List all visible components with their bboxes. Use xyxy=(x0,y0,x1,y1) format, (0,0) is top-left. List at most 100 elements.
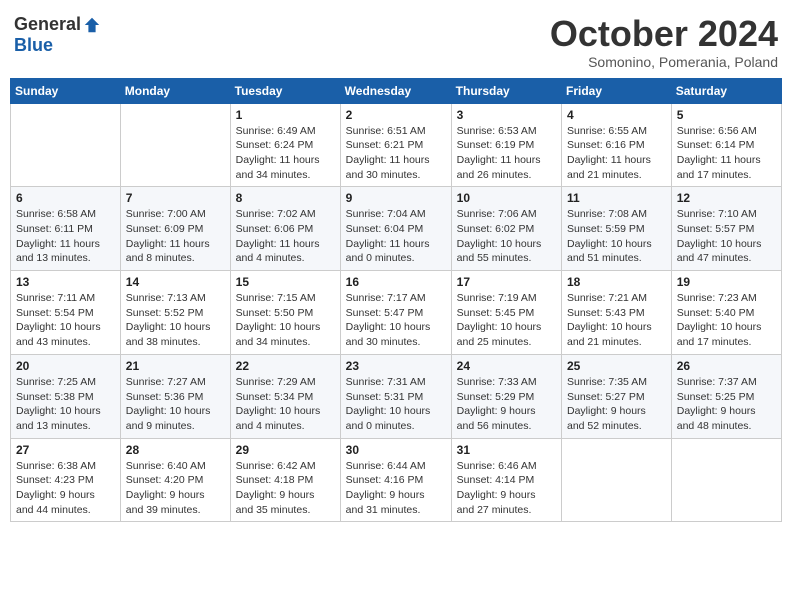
day-info: Sunrise: 7:11 AM Sunset: 5:54 PM Dayligh… xyxy=(16,291,115,350)
day-info: Sunrise: 7:23 AM Sunset: 5:40 PM Dayligh… xyxy=(677,291,776,350)
calendar-cell: 10Sunrise: 7:06 AM Sunset: 6:02 PM Dayli… xyxy=(451,187,561,271)
day-info: Sunrise: 6:53 AM Sunset: 6:19 PM Dayligh… xyxy=(457,124,556,183)
day-number: 30 xyxy=(346,443,446,457)
day-info: Sunrise: 7:00 AM Sunset: 6:09 PM Dayligh… xyxy=(126,207,225,266)
calendar-cell: 15 Sunrise: 7:15 AM Sunset: 5:50 PM Dayli… xyxy=(230,271,340,355)
day-number: 8 xyxy=(236,191,335,205)
day-info: Sunrise: 6:55 AM Sunset: 6:16 PM Dayligh… xyxy=(567,124,666,183)
day-info: Sunrise: 7:25 AM Sunset: 5:38 PM Dayligh… xyxy=(16,375,115,434)
calendar-header-wednesday: Wednesday xyxy=(340,78,451,103)
day-info: Sunrise: 7:31 AM Sunset: 5:31 PM Dayligh… xyxy=(346,375,446,434)
day-info: Sunrise: 7:10 AM Sunset: 5:57 PM Dayligh… xyxy=(677,207,776,266)
calendar-cell: 29 Sunrise: 6:42 AM Sunset: 4:18 PM Dayli… xyxy=(230,438,340,522)
calendar-cell: 8 Sunrise: 7:02 AM Sunset: 6:06 PM Daylig… xyxy=(230,187,340,271)
calendar-cell: 25Sunrise: 7:35 AM Sunset: 5:27 PM Dayli… xyxy=(562,354,672,438)
day-number: 7 xyxy=(126,191,225,205)
day-info: Sunrise: 6:49 AM Sunset: 6:24 PM Dayligh… xyxy=(236,124,335,183)
day-info: Sunrise: 6:38 AM Sunset: 4:23 PM Dayligh… xyxy=(16,459,115,518)
day-number: 4 xyxy=(567,108,666,122)
day-number: 18 xyxy=(567,275,666,289)
calendar-week-row: 27 Sunrise: 6:38 AM Sunset: 4:23 PM Dayli… xyxy=(11,438,782,522)
calendar-cell: 23 Sunrise: 7:31 AM Sunset: 5:31 PM Dayli… xyxy=(340,354,451,438)
calendar-cell: 21Sunrise: 7:27 AM Sunset: 5:36 PM Dayli… xyxy=(120,354,230,438)
calendar-cell: 18Sunrise: 7:21 AM Sunset: 5:43 PM Dayli… xyxy=(562,271,672,355)
page-header: General Blue October 2024 Somonino, Pome… xyxy=(10,10,782,70)
day-info: Sunrise: 7:33 AM Sunset: 5:29 PM Dayligh… xyxy=(457,375,556,434)
day-number: 3 xyxy=(457,108,556,122)
calendar-cell: 4 Sunrise: 6:55 AM Sunset: 6:16 PM Daylig… xyxy=(562,103,672,187)
day-number: 31 xyxy=(457,443,556,457)
day-info: Sunrise: 6:44 AM Sunset: 4:16 PM Dayligh… xyxy=(346,459,446,518)
calendar-header-row: SundayMondayTuesdayWednesdayThursdayFrid… xyxy=(11,78,782,103)
day-number: 14 xyxy=(126,275,225,289)
calendar-cell: 6Sunrise: 6:58 AM Sunset: 6:11 PM Daylig… xyxy=(11,187,121,271)
calendar-cell: 2 Sunrise: 6:51 AM Sunset: 6:21 PM Daylig… xyxy=(340,103,451,187)
day-info: Sunrise: 6:51 AM Sunset: 6:21 PM Dayligh… xyxy=(346,124,446,183)
day-number: 9 xyxy=(346,191,446,205)
calendar-cell: 22Sunrise: 7:29 AM Sunset: 5:34 PM Dayli… xyxy=(230,354,340,438)
calendar-header-tuesday: Tuesday xyxy=(230,78,340,103)
day-info: Sunrise: 7:29 AM Sunset: 5:34 PM Dayligh… xyxy=(236,375,335,434)
calendar-cell: 27 Sunrise: 6:38 AM Sunset: 4:23 PM Dayli… xyxy=(11,438,121,522)
day-info: Sunrise: 6:56 AM Sunset: 6:14 PM Dayligh… xyxy=(677,124,776,183)
day-number: 13 xyxy=(16,275,115,289)
calendar-week-row: 20 Sunrise: 7:25 AM Sunset: 5:38 PM Dayli… xyxy=(11,354,782,438)
month-title: October 2024 xyxy=(550,14,778,54)
day-info: Sunrise: 7:15 AM Sunset: 5:50 PM Dayligh… xyxy=(236,291,335,350)
logo-general-text: General xyxy=(14,14,81,35)
calendar-header-friday: Friday xyxy=(562,78,672,103)
logo-blue-text: Blue xyxy=(14,35,53,56)
day-info: Sunrise: 7:02 AM Sunset: 6:06 PM Dayligh… xyxy=(236,207,335,266)
day-number: 16 xyxy=(346,275,446,289)
day-number: 29 xyxy=(236,443,335,457)
calendar-cell: 16 Sunrise: 7:17 AM Sunset: 5:47 PM Dayli… xyxy=(340,271,451,355)
location-subtitle: Somonino, Pomerania, Poland xyxy=(550,54,778,70)
calendar-cell xyxy=(120,103,230,187)
day-number: 24 xyxy=(457,359,556,373)
calendar-week-row: 13 Sunrise: 7:11 AM Sunset: 5:54 PM Dayli… xyxy=(11,271,782,355)
day-info: Sunrise: 7:04 AM Sunset: 6:04 PM Dayligh… xyxy=(346,207,446,266)
day-number: 20 xyxy=(16,359,115,373)
title-block: October 2024 Somonino, Pomerania, Poland xyxy=(550,14,778,70)
calendar-cell: 31 Sunrise: 6:46 AM Sunset: 4:14 PM Dayli… xyxy=(451,438,561,522)
day-number: 10 xyxy=(457,191,556,205)
logo-icon xyxy=(83,16,101,34)
day-number: 27 xyxy=(16,443,115,457)
day-info: Sunrise: 6:46 AM Sunset: 4:14 PM Dayligh… xyxy=(457,459,556,518)
calendar-cell: 13 Sunrise: 7:11 AM Sunset: 5:54 PM Dayli… xyxy=(11,271,121,355)
calendar-cell: 30 Sunrise: 6:44 AM Sunset: 4:16 PM Dayli… xyxy=(340,438,451,522)
calendar-cell: 12Sunrise: 7:10 AM Sunset: 5:57 PM Dayli… xyxy=(671,187,781,271)
day-number: 1 xyxy=(236,108,335,122)
calendar-header-thursday: Thursday xyxy=(451,78,561,103)
calendar-cell: 19 Sunrise: 7:23 AM Sunset: 5:40 PM Dayli… xyxy=(671,271,781,355)
day-number: 19 xyxy=(677,275,776,289)
calendar-header-monday: Monday xyxy=(120,78,230,103)
calendar-header-saturday: Saturday xyxy=(671,78,781,103)
calendar-cell: 11 Sunrise: 7:08 AM Sunset: 5:59 PM Dayli… xyxy=(562,187,672,271)
calendar-table: SundayMondayTuesdayWednesdayThursdayFrid… xyxy=(10,78,782,523)
day-number: 26 xyxy=(677,359,776,373)
calendar-cell: 24 Sunrise: 7:33 AM Sunset: 5:29 PM Dayli… xyxy=(451,354,561,438)
calendar-cell xyxy=(562,438,672,522)
calendar-cell: 1 Sunrise: 6:49 AM Sunset: 6:24 PM Daylig… xyxy=(230,103,340,187)
calendar-cell: 7 Sunrise: 7:00 AM Sunset: 6:09 PM Daylig… xyxy=(120,187,230,271)
day-info: Sunrise: 6:42 AM Sunset: 4:18 PM Dayligh… xyxy=(236,459,335,518)
day-number: 6 xyxy=(16,191,115,205)
calendar-cell xyxy=(671,438,781,522)
calendar-cell: 28Sunrise: 6:40 AM Sunset: 4:20 PM Dayli… xyxy=(120,438,230,522)
day-number: 23 xyxy=(346,359,446,373)
day-number: 21 xyxy=(126,359,225,373)
day-number: 2 xyxy=(346,108,446,122)
day-info: Sunrise: 7:17 AM Sunset: 5:47 PM Dayligh… xyxy=(346,291,446,350)
calendar-cell: 3 Sunrise: 6:53 AM Sunset: 6:19 PM Daylig… xyxy=(451,103,561,187)
day-number: 17 xyxy=(457,275,556,289)
day-info: Sunrise: 7:35 AM Sunset: 5:27 PM Dayligh… xyxy=(567,375,666,434)
calendar-week-row: 1 Sunrise: 6:49 AM Sunset: 6:24 PM Daylig… xyxy=(11,103,782,187)
day-number: 15 xyxy=(236,275,335,289)
calendar-header-sunday: Sunday xyxy=(11,78,121,103)
calendar-cell xyxy=(11,103,121,187)
day-info: Sunrise: 7:37 AM Sunset: 5:25 PM Dayligh… xyxy=(677,375,776,434)
day-number: 28 xyxy=(126,443,225,457)
day-number: 11 xyxy=(567,191,666,205)
day-info: Sunrise: 7:08 AM Sunset: 5:59 PM Dayligh… xyxy=(567,207,666,266)
